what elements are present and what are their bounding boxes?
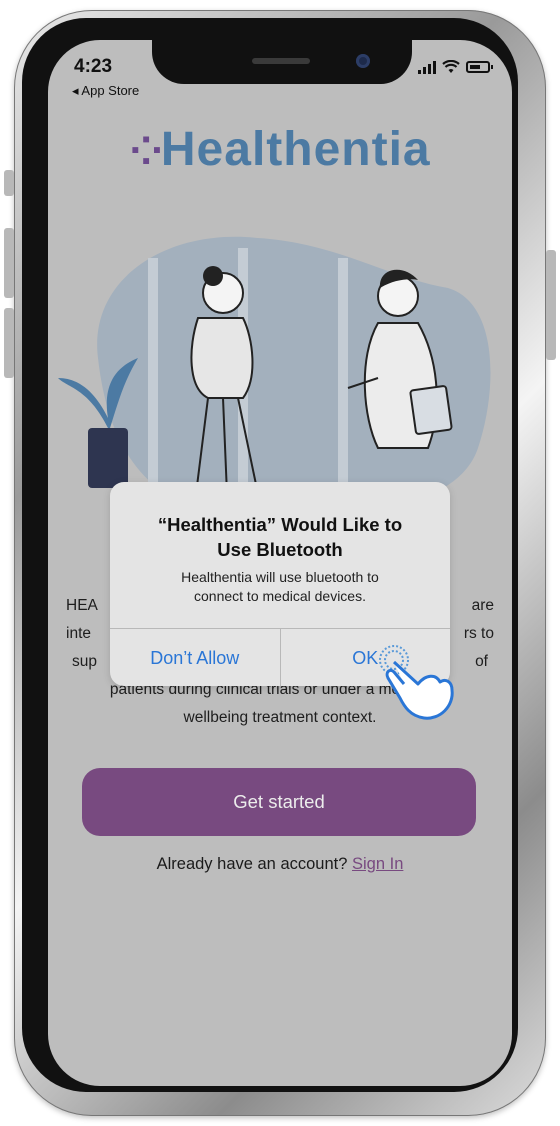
status-icons xyxy=(418,60,493,74)
volume-down-button xyxy=(4,308,14,378)
cellular-signal-icon xyxy=(418,60,436,74)
battery-icon xyxy=(466,61,493,73)
dialog-message-line: Healthentia will use bluetooth to xyxy=(181,569,379,585)
signin-prompt: Already have an account? Sign In xyxy=(48,855,512,874)
front-camera xyxy=(356,54,370,68)
hand-pointer-icon xyxy=(379,645,454,720)
dialog-message-line: connect to medical devices. xyxy=(194,588,366,604)
description-fragment: are xyxy=(471,597,494,614)
description-fragment: rs to xyxy=(463,625,494,642)
description-fragment: HEA xyxy=(66,597,98,614)
volume-up-button xyxy=(4,228,14,298)
mute-switch xyxy=(4,170,14,196)
power-button xyxy=(546,250,556,360)
healthentia-logo: ⁘Healthentia xyxy=(48,122,512,177)
phone-notch xyxy=(152,40,412,84)
app-screen: 4:23 ◂ App Store ⁘Healthentia HEA are in… xyxy=(48,40,512,1086)
dialog-title-line: Use Bluetooth xyxy=(217,539,343,560)
description-fragment: sup xyxy=(72,653,97,670)
get-started-button[interactable]: Get started xyxy=(82,768,476,836)
dialog-title-line: “Healthentia” Would Like to xyxy=(157,514,403,535)
back-to-app-store-link[interactable]: ◂ App Store xyxy=(72,83,139,99)
dont-allow-button[interactable]: Don’t Allow xyxy=(110,629,281,686)
logo-dots-icon: ⁘ xyxy=(129,130,162,174)
wifi-icon xyxy=(442,60,460,73)
description-fragment: inte xyxy=(66,625,91,642)
status-time: 4:23 xyxy=(74,56,113,77)
sign-in-link[interactable]: Sign In xyxy=(352,855,403,873)
dialog-title: “Healthentia” Would Like to Use Bluetoot… xyxy=(110,512,450,562)
earpiece-speaker xyxy=(252,58,310,64)
logo-text: Healthentia xyxy=(160,123,431,176)
description-fragment: of xyxy=(475,653,488,670)
dialog-message: Healthentia will use bluetooth to connec… xyxy=(110,568,450,606)
signin-prompt-text: Already have an account? xyxy=(156,855,348,873)
